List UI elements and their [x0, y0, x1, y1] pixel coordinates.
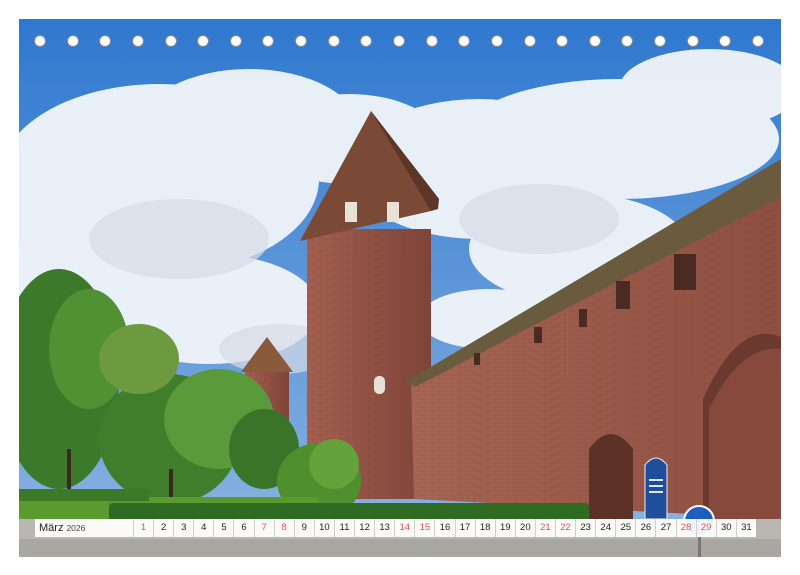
- day-cell: 11: [333, 519, 354, 537]
- day-cell: 7: [253, 519, 274, 537]
- day-cell: 3: [173, 519, 193, 537]
- day-cell: 9: [293, 519, 314, 537]
- month-label: März 2026: [35, 519, 133, 537]
- day-cell: 20: [514, 519, 535, 537]
- day-cell: 25: [615, 519, 635, 537]
- info-sign: [644, 457, 668, 520]
- month-name: März: [39, 522, 64, 534]
- day-list: 1 2 3 4 5 6 7 8 9 10 11 12 13 14 15 16 17 18 19 20 21 22 23 24 2…: [133, 519, 756, 537]
- day-cell: 27: [655, 519, 675, 537]
- calendar-strip: März 2026 1 2 3 4 5 6 7 8 9 10 11 12 13 14 15 16 17 18 19 2…: [35, 519, 756, 537]
- day-cell: 1: [133, 519, 153, 537]
- day-cell: 24: [595, 519, 615, 537]
- day-cell: 12: [354, 519, 374, 537]
- day-cell: 10: [313, 519, 334, 537]
- day-cell: 15: [414, 519, 434, 537]
- day-cell: 19: [494, 519, 515, 537]
- day-cell: 13: [374, 519, 394, 537]
- day-cell: 6: [233, 519, 253, 537]
- day-cell: 5: [213, 519, 233, 537]
- day-cell: 16: [434, 519, 454, 537]
- day-cell: 29: [695, 519, 716, 537]
- day-cell: 14: [394, 519, 414, 537]
- day-cell: 31: [735, 519, 756, 537]
- day-cell: 2: [153, 519, 173, 537]
- month-year: 2026: [66, 523, 86, 533]
- day-cell: 30: [715, 519, 736, 537]
- day-cell: 17: [454, 519, 475, 537]
- photo-city-wall-tower: [19, 19, 781, 557]
- day-cell: 23: [575, 519, 595, 537]
- day-cell: 26: [635, 519, 655, 537]
- day-cell: 28: [675, 519, 696, 537]
- day-cell: 22: [554, 519, 575, 537]
- day-cell: 8: [273, 519, 294, 537]
- day-cell: 4: [193, 519, 213, 537]
- day-cell: 18: [474, 519, 495, 537]
- calendar-page: März 2026 1 2 3 4 5 6 7 8 9 10 11 12 13 14 15 16 17 18 19 2…: [19, 19, 781, 557]
- day-cell: 21: [534, 519, 555, 537]
